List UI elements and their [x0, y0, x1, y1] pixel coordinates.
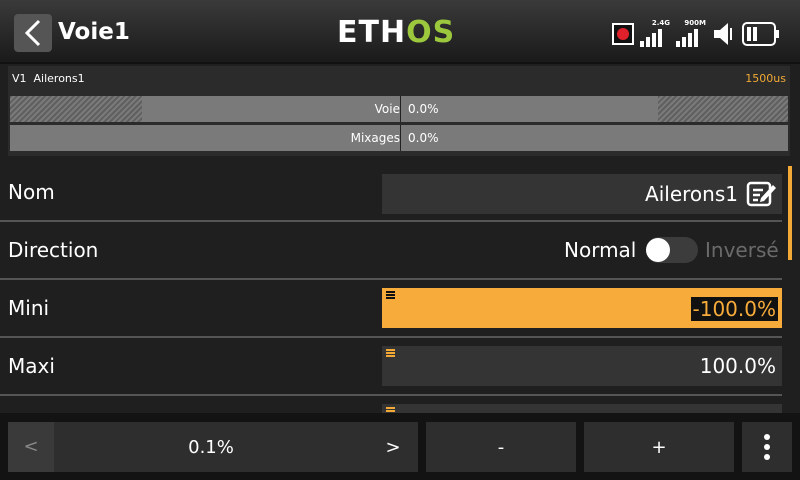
mixages-bar: Mixages 0.0%	[10, 125, 788, 151]
toggle-knob	[646, 238, 670, 262]
name-label: Nom	[8, 180, 55, 204]
record-icon	[612, 23, 634, 45]
min-label: Mini	[8, 296, 50, 320]
direction-row: Direction Normal Inversé	[0, 222, 782, 280]
more-vertical-icon	[764, 434, 770, 460]
voie-bar: Voie 0.0%	[10, 96, 788, 122]
direction-inverse-label: Inversé	[705, 238, 779, 262]
speaker-icon	[714, 23, 732, 45]
minus-button[interactable]: -	[426, 422, 576, 472]
battery-icon	[742, 22, 779, 46]
min-value: -100.0%	[690, 297, 778, 321]
plus-button[interactable]: +	[584, 422, 734, 472]
back-button[interactable]	[14, 14, 52, 52]
voie-bar-value: 0.0%	[408, 102, 439, 116]
mixages-bar-value: 0.0%	[408, 131, 439, 145]
chevron-left-icon	[24, 19, 41, 47]
max-value: 100.0%	[699, 354, 776, 378]
direction-label: Direction	[8, 238, 99, 262]
direction-normal-label: Normal	[564, 238, 637, 262]
voie-bar-label: Voie	[374, 102, 400, 116]
mixages-bar-label: Mixages	[350, 131, 400, 145]
channel-label: V1 Ailerons1	[12, 72, 85, 85]
channel-monitor: V1 Ailerons1 1500us Voie 0.0% Mixages 0.…	[8, 66, 790, 156]
header-bar: Voie1 ETHOS 2.4G 900M	[0, 0, 800, 64]
step-control: < 0.1% >	[8, 422, 418, 472]
signal-24-icon: 2.4G	[640, 19, 670, 47]
name-field[interactable]: Ailerons1	[382, 174, 782, 214]
step-prev-button[interactable]: <	[8, 422, 54, 472]
max-label: Maxi	[8, 354, 55, 378]
menu-icon	[386, 291, 395, 299]
step-next-button[interactable]: >	[368, 437, 418, 458]
min-field[interactable]: -100.0%	[382, 288, 782, 328]
signal-900-icon: 900M	[676, 19, 706, 47]
min-row: Mini -100.0%	[0, 280, 782, 338]
max-row: Maxi 100.0%	[0, 338, 782, 396]
step-value: 0.1%	[188, 436, 234, 458]
status-icons: 2.4G 900M	[612, 17, 780, 47]
menu-icon	[386, 349, 395, 357]
direction-toggle[interactable]	[646, 237, 698, 263]
more-button[interactable]	[742, 422, 792, 472]
page-title: Voie1	[58, 19, 130, 45]
name-value: Ailerons1	[645, 182, 738, 206]
name-row: Nom Ailerons1	[0, 164, 782, 222]
edit-icon[interactable]	[746, 180, 778, 208]
ethos-logo: ETHOS	[337, 15, 456, 50]
channel-output-value: 1500us	[745, 72, 786, 85]
next-field-partial[interactable]	[382, 404, 782, 413]
max-field[interactable]: 100.0%	[382, 346, 782, 386]
bottom-toolbar: < 0.1% > - +	[0, 413, 800, 480]
scrollbar[interactable]	[788, 166, 792, 260]
